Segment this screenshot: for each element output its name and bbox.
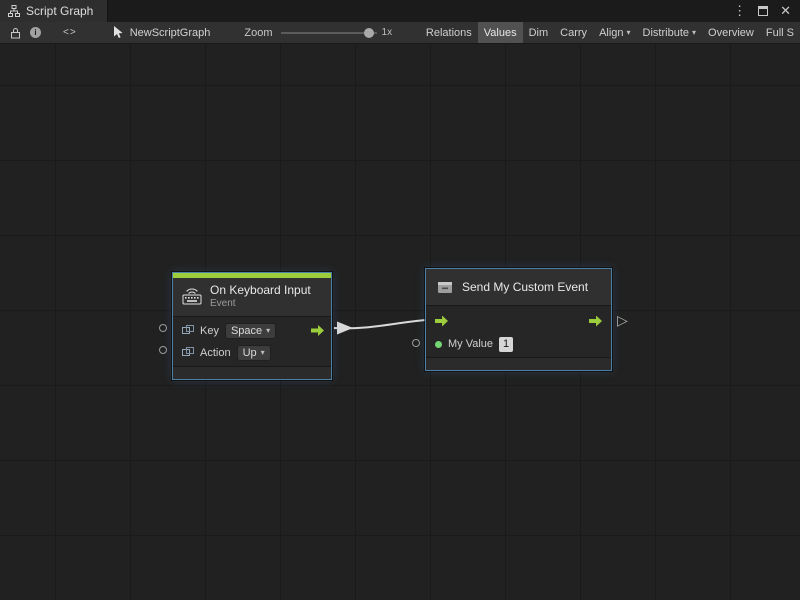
toolbar-button-dim[interactable]: Dim xyxy=(523,22,555,43)
close-icon[interactable]: ✕ xyxy=(780,3,791,19)
my-value-input[interactable]: 1 xyxy=(499,337,513,352)
value-port-dot[interactable] xyxy=(435,341,442,348)
node-footer xyxy=(426,357,611,370)
flow-output-port[interactable] xyxy=(311,325,324,336)
keyboard-icon xyxy=(182,288,202,305)
button-label: Values xyxy=(484,27,517,39)
button-label: Dim xyxy=(529,27,549,39)
node-header: On Keyboard Input Event xyxy=(173,278,331,317)
zoom-value: 1x xyxy=(382,27,393,38)
port-row-key: Key Space ▾ xyxy=(173,320,331,342)
event-sender-icon xyxy=(436,279,454,295)
tab-bar: Script Graph ⋮ ✕ xyxy=(0,0,800,22)
window-controls: ⋮ ✕ xyxy=(733,0,800,22)
toolbar-button-overview[interactable]: Overview xyxy=(702,22,760,43)
script-graph-icon xyxy=(8,5,20,17)
node-footer xyxy=(173,366,331,379)
unit-icon xyxy=(182,325,194,336)
port-label: Key xyxy=(200,325,219,337)
chevron-down-icon: ▾ xyxy=(261,348,265,357)
chevron-down-icon: ▾ xyxy=(627,28,631,37)
code-toggle-icon[interactable]: <> xyxy=(63,27,77,38)
zoom-slider-knob[interactable] xyxy=(364,28,374,38)
button-label: Carry xyxy=(560,27,587,39)
action-dropdown[interactable]: Up ▾ xyxy=(237,345,271,361)
node-header: Send My Custom Event xyxy=(426,269,611,306)
port-label: Action xyxy=(200,347,231,359)
key-dropdown[interactable]: Space ▾ xyxy=(225,323,276,339)
button-label: Align xyxy=(599,27,623,39)
connection-layer xyxy=(0,44,800,600)
toolbar-button-relations[interactable]: Relations xyxy=(420,22,478,43)
zoom-label: Zoom xyxy=(244,27,272,39)
graph-toolbar: i <> NewScriptGraph Zoom 1x Relations Va… xyxy=(0,22,800,44)
graph-canvas[interactable]: On Keyboard Input Event Key Space ▾ xyxy=(0,44,800,600)
toolbar-buttons: Relations Values Dim Carry Align ▾ Distri… xyxy=(420,22,800,43)
cursor-icon xyxy=(113,26,124,39)
zoom-slider[interactable] xyxy=(281,27,377,39)
node-title: Send My Custom Event xyxy=(462,280,588,294)
graph-name: NewScriptGraph xyxy=(130,27,211,39)
input-port-action[interactable] xyxy=(159,346,167,354)
port-row-action: Action Up ▾ xyxy=(173,342,331,364)
node-on-keyboard-input[interactable]: On Keyboard Input Event Key Space ▾ xyxy=(172,272,332,380)
chevron-down-icon: ▾ xyxy=(692,28,696,37)
chevron-down-icon: ▾ xyxy=(266,326,270,335)
node-body: Key Space ▾ Action xyxy=(173,317,331,366)
graph-selector[interactable]: NewScriptGraph xyxy=(113,26,211,39)
button-label: Distribute xyxy=(643,27,689,39)
port-label: My Value xyxy=(448,338,493,350)
toolbar-button-values[interactable]: Values xyxy=(478,22,523,43)
node-body: My Value 1 xyxy=(426,306,611,357)
flow-continuation-port[interactable]: ▷ xyxy=(617,313,628,327)
connection-arrowhead xyxy=(337,322,353,335)
button-label: Full S xyxy=(766,27,794,39)
toolbar-button-fullscreen[interactable]: Full S xyxy=(760,22,800,43)
script-graph-window: Script Graph ⋮ ✕ i <> NewScriptGraph Zoo… xyxy=(0,0,800,600)
node-title: On Keyboard Input xyxy=(210,283,311,298)
input-port-key[interactable] xyxy=(159,324,167,332)
port-row-my-value: My Value 1 xyxy=(426,333,611,355)
node-subtitle: Event xyxy=(210,298,311,311)
flow-row xyxy=(426,309,611,333)
tab-title: Script Graph xyxy=(26,4,93,18)
dropdown-value: Up xyxy=(243,347,257,359)
toolbar-button-distribute[interactable]: Distribute▾ xyxy=(637,22,702,43)
toolbar-button-align[interactable]: Align ▾ xyxy=(593,22,636,43)
input-port-my-value[interactable] xyxy=(412,339,420,347)
toolbar-button-carry[interactable]: Carry xyxy=(554,22,593,43)
maximize-icon[interactable] xyxy=(758,6,768,16)
button-label: Overview xyxy=(708,27,754,39)
button-label: Relations xyxy=(426,27,472,39)
flow-output-port[interactable] xyxy=(589,316,602,327)
info-icon[interactable]: i xyxy=(30,27,41,38)
node-send-my-custom-event[interactable]: Send My Custom Event My Value 1 xyxy=(425,268,612,371)
menu-icon[interactable]: ⋮ xyxy=(733,3,746,19)
dropdown-value: Space xyxy=(231,325,262,337)
flow-input-port[interactable] xyxy=(435,316,448,327)
unit-icon xyxy=(182,347,194,358)
lock-icon[interactable] xyxy=(6,22,24,43)
tab-script-graph[interactable]: Script Graph xyxy=(0,0,108,22)
